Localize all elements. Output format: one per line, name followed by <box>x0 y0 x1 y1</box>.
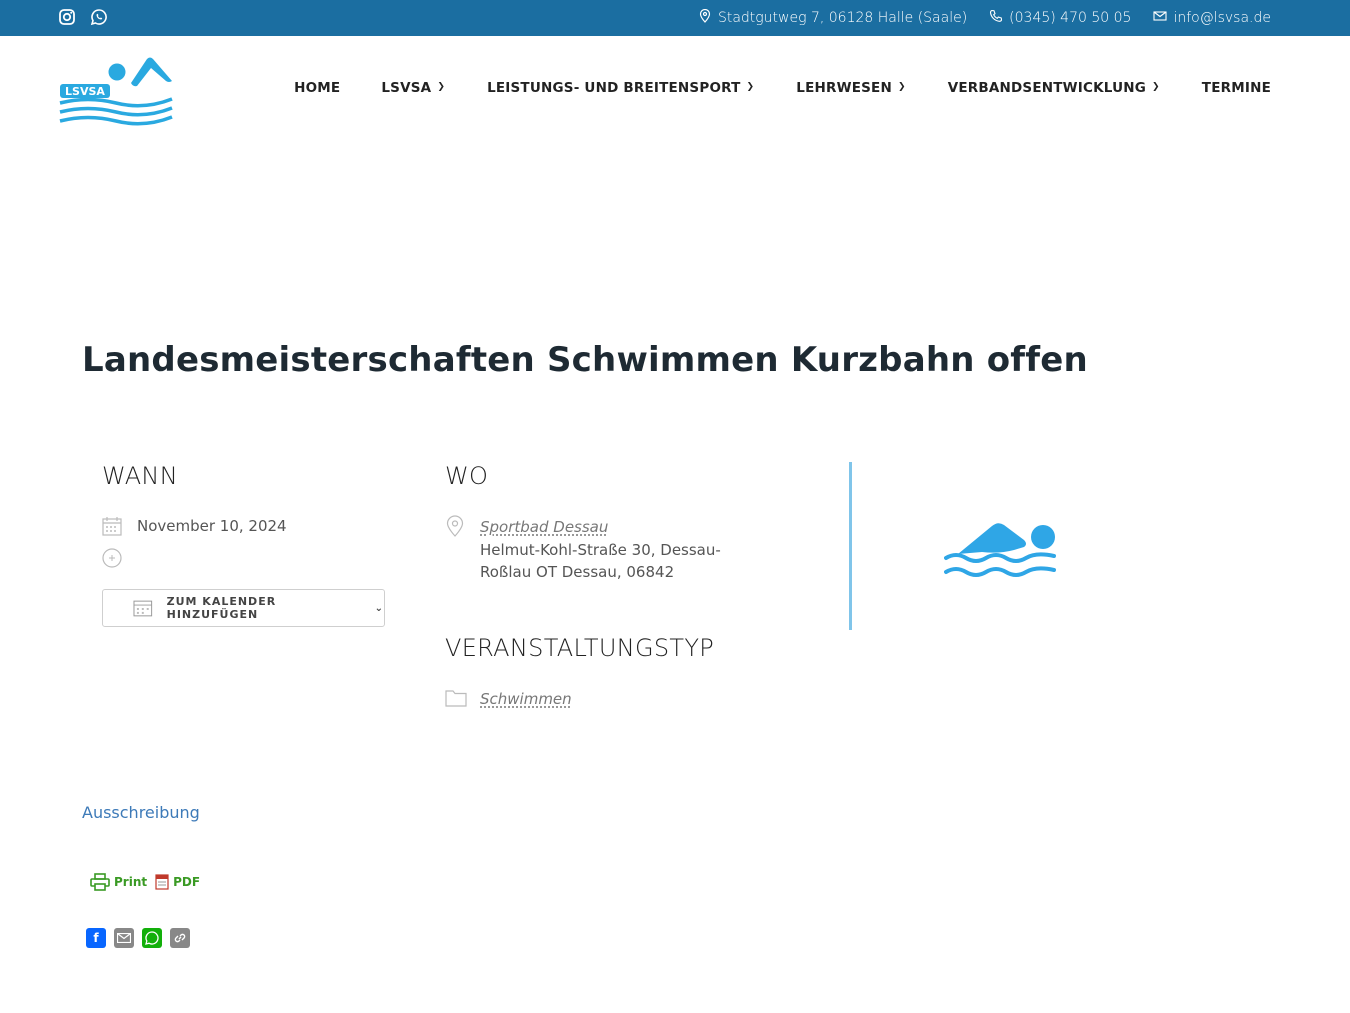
print-pdf-buttons: Print PDF <box>90 873 200 891</box>
calendar-icon <box>133 600 153 617</box>
clock-icon <box>102 548 122 568</box>
whatsapp-icon[interactable] <box>90 8 108 26</box>
calendar-icon <box>102 517 122 536</box>
page-title: Landesmeisterschaften Schwimmen Kurzbahn… <box>82 340 1088 380</box>
ausschreibung-link[interactable]: Ausschreibung <box>82 803 200 822</box>
site-logo[interactable]: LSVSA <box>58 56 174 128</box>
nav-termine[interactable]: TERMINE <box>1202 80 1271 96</box>
nav-home-label: HOME <box>294 80 341 96</box>
swimmer-icon <box>944 523 1056 577</box>
print-label: Print <box>114 875 148 889</box>
nav-lsvsa-label: LSVSA <box>381 80 432 96</box>
logo-text: LSVSA <box>65 85 105 98</box>
nav-lehrwesen-label: LEHRWESEN <box>796 80 892 96</box>
venue-link-text[interactable]: Sportbad Dessau <box>480 518 608 536</box>
whatsapp-icon[interactable] <box>142 928 162 948</box>
nav-termine-label: TERMINE <box>1201 80 1271 96</box>
where-heading: WO <box>445 462 489 490</box>
print-button[interactable]: Print <box>90 873 147 891</box>
nav-sport-label: LEISTUNGS- UND BREITENSPORT <box>487 80 741 96</box>
event-date: November 10, 2024 <box>137 517 287 535</box>
site-header: LSVSA HOME LSVSA ❯ LEISTUNGS- UND BREITEN… <box>0 36 1350 146</box>
chevron-down-icon: ⌄ <box>374 602 384 614</box>
address-text: Stadtgutweg 7, 06128 Halle (Saale) <box>717 10 968 26</box>
add-to-calendar-label: ZUM KALENDER HINZUFÜGEN <box>166 595 277 621</box>
chevron-down-icon: ❯ <box>437 82 446 92</box>
email-text[interactable]: info@lsvsa.de <box>1173 10 1271 26</box>
chevron-down-icon: ❯ <box>746 82 755 92</box>
venue-link[interactable]: Sportbad Dessau <box>480 518 608 536</box>
nav-sport[interactable]: LEISTUNGS- UND BREITENSPORT ❯ <box>487 80 754 96</box>
phone-text[interactable]: (0345) 470 50 05 <box>1009 10 1131 26</box>
top-bar: Stadtgutweg 7, 06128 Halle (Saale) (0345… <box>0 0 1350 36</box>
nav-verband-label: VERBANDSENTWICKLUNG <box>947 80 1147 96</box>
pdf-icon <box>155 874 169 890</box>
add-to-calendar-button[interactable]: ZUM KALENDER HINZUFÜGEN ⌄ <box>102 589 385 627</box>
nav-home[interactable]: HOME <box>294 80 340 96</box>
contact-info: Stadtgutweg 7, 06128 Halle (Saale) (0345… <box>698 0 1271 36</box>
event-type-link-text[interactable]: Schwimmen <box>480 690 572 708</box>
venue-address-line2: Roßlau OT Dessau, 06842 <box>480 563 675 581</box>
chevron-down-icon: ❯ <box>897 82 906 92</box>
copy-link-icon[interactable] <box>170 928 190 948</box>
map-pin-icon <box>446 515 464 537</box>
social-links <box>58 8 108 26</box>
chevron-down-icon: ❯ <box>1152 82 1160 92</box>
nav-verband[interactable]: VERBANDSENTWICKLUNG ❯ <box>948 80 1160 96</box>
mail-icon <box>1153 9 1167 27</box>
instagram-icon[interactable] <box>58 8 76 26</box>
folder-icon <box>445 690 467 707</box>
share-buttons: f <box>86 928 190 948</box>
phone-icon <box>989 9 1003 27</box>
event-type-link[interactable]: Schwimmen <box>480 690 572 708</box>
nav-lehrwesen[interactable]: LEHRWESEN ❯ <box>796 80 905 96</box>
printer-icon <box>90 873 110 891</box>
when-heading: WANN <box>102 462 178 490</box>
event-type-heading: VERANSTALTUNGSTYP <box>445 634 715 662</box>
pdf-label: PDF <box>173 875 201 889</box>
pdf-button[interactable]: PDF <box>155 874 200 890</box>
main-navigation: HOME LSVSA ❯ LEISTUNGS- UND BREITENSPORT ❯… <box>294 80 1271 96</box>
event-divider <box>849 462 852 630</box>
map-pin-icon <box>698 8 712 27</box>
nav-lsvsa[interactable]: LSVSA ❯ <box>381 80 445 96</box>
facebook-icon[interactable]: f <box>86 928 106 948</box>
phone-item[interactable]: (0345) 470 50 05 <box>989 9 1131 27</box>
venue-address-line1: Helmut-Kohl-Straße 30, Dessau- <box>480 541 721 559</box>
email-icon[interactable] <box>114 928 134 948</box>
address-item: Stadtgutweg 7, 06128 Halle (Saale) <box>698 8 968 27</box>
email-item[interactable]: info@lsvsa.de <box>1153 9 1271 27</box>
